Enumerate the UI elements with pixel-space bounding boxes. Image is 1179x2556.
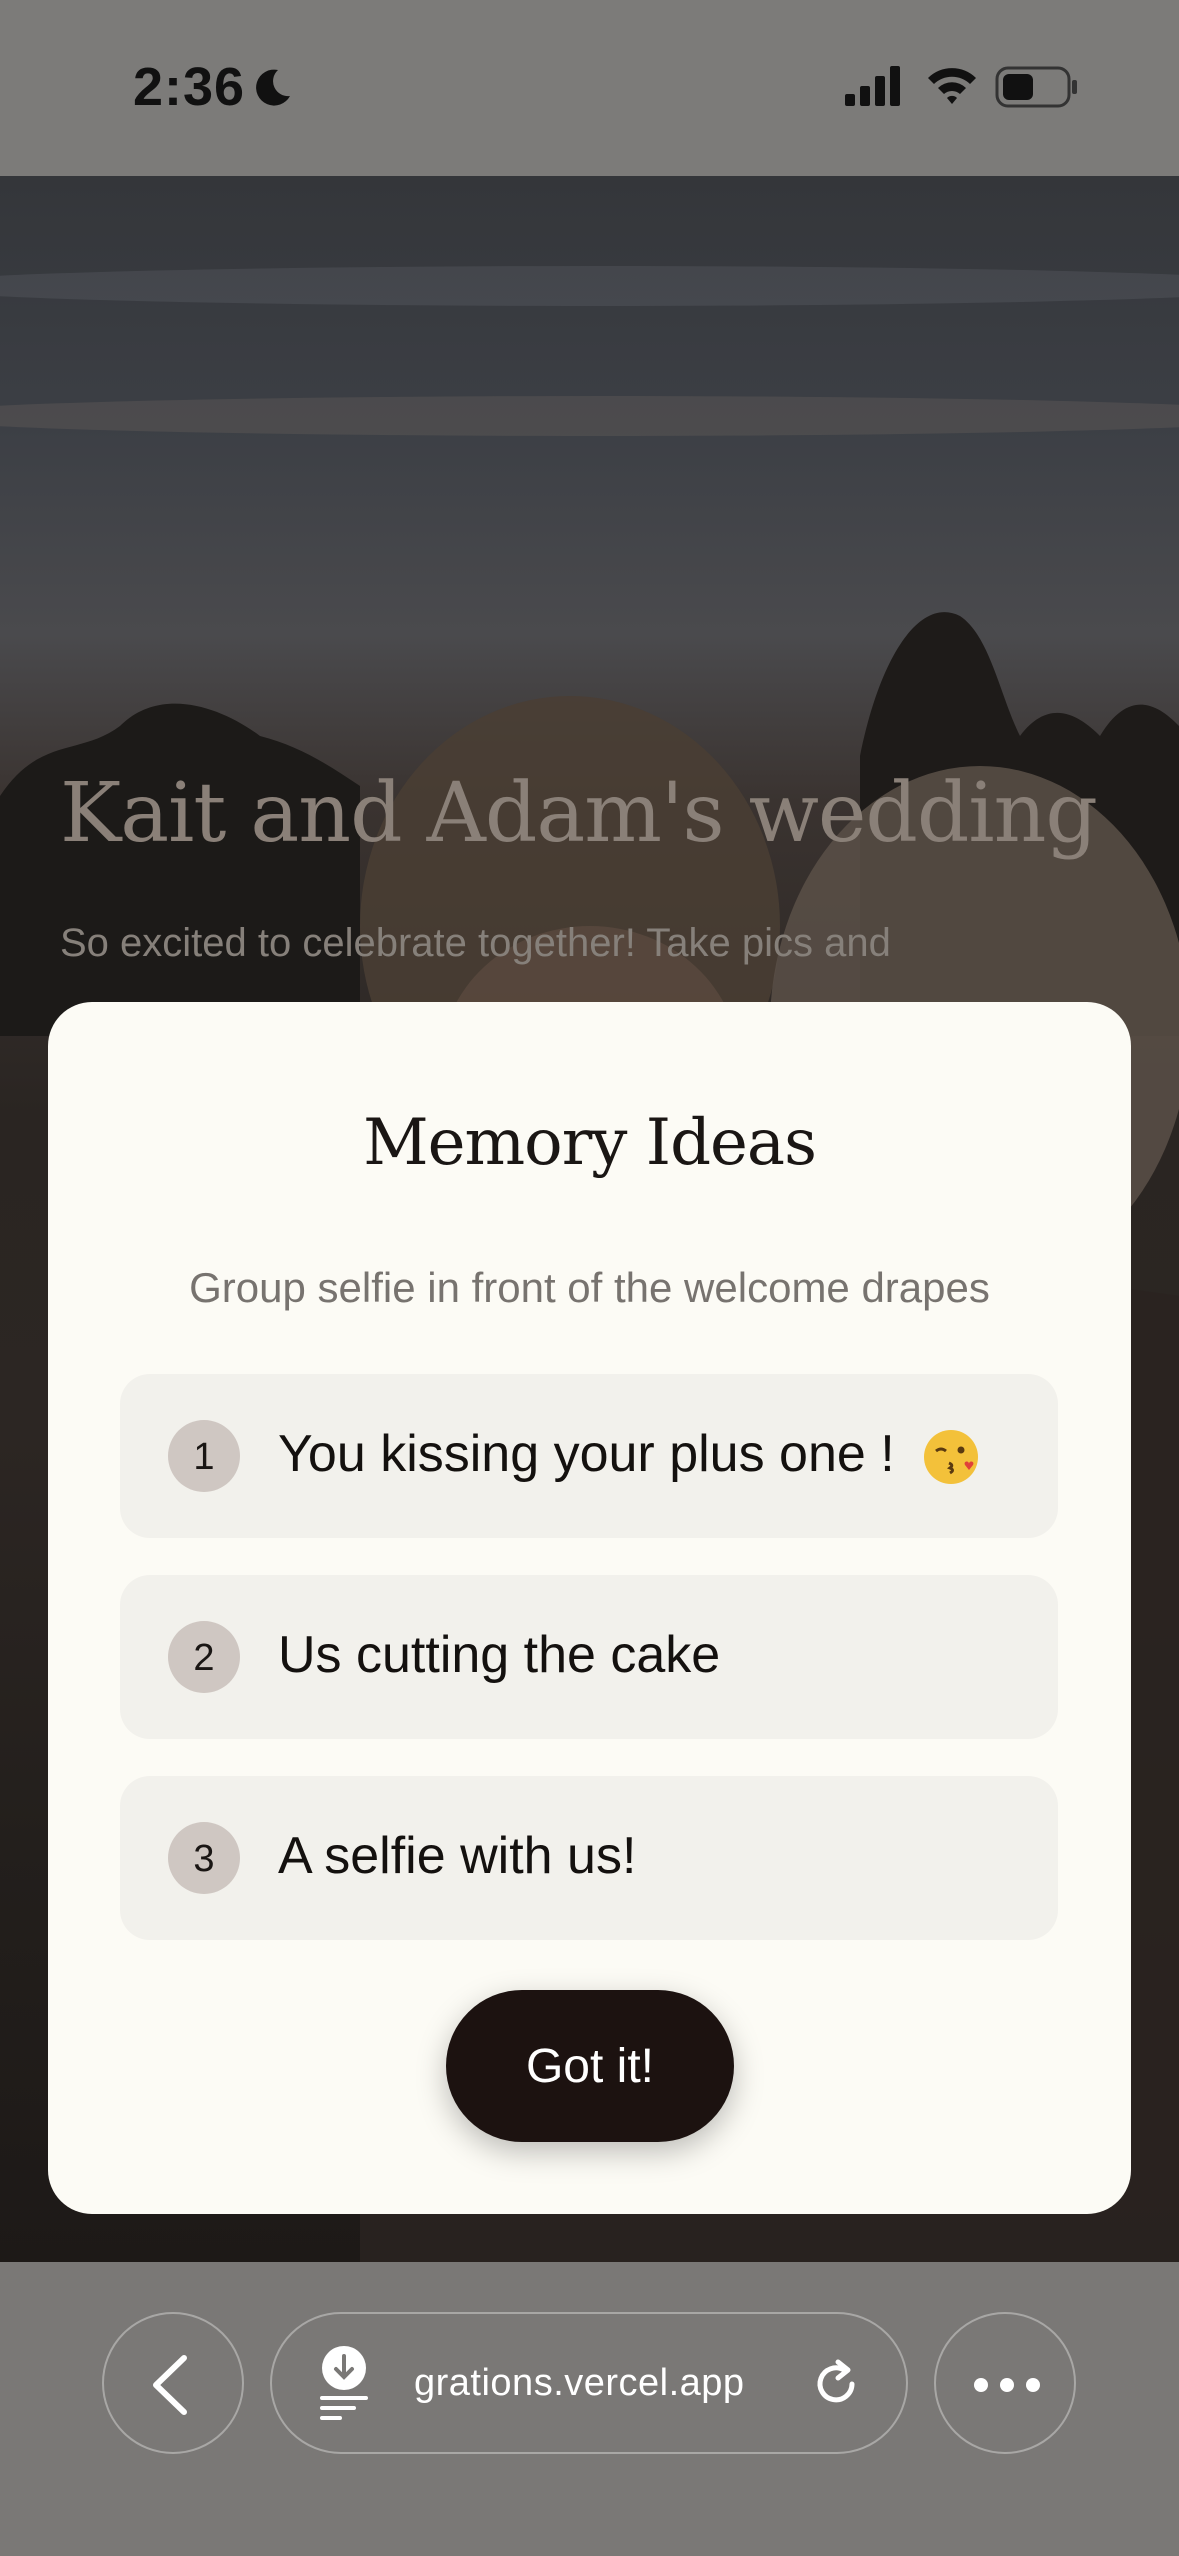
back-button[interactable] <box>102 2312 244 2454</box>
idea-item-3: 3 A selfie with us! <box>120 1776 1058 1940</box>
page-title: Kait and Adam's wedding <box>60 766 1098 861</box>
memory-ideas-modal: Memory Ideas Group selfie in front of th… <box>48 1002 1131 2214</box>
reload-icon[interactable] <box>808 2356 864 2412</box>
signal-icon <box>845 66 900 106</box>
battery-icon <box>995 66 1077 108</box>
page-subtitle: So excited to celebrate together! Take p… <box>60 921 891 965</box>
address-bar[interactable]: grations.vercel.app <box>270 2312 908 2454</box>
idea-number-badge: 2 <box>168 1621 240 1693</box>
idea-item-1: 1 You kissing your plus one ! <box>120 1374 1058 1538</box>
got-it-button[interactable]: Got it! <box>446 1990 734 2142</box>
modal-subtitle: Group selfie in front of the welcome dra… <box>189 1264 990 1311</box>
more-icon <box>974 2378 1040 2392</box>
idea-item-2: 2 Us cutting the cake <box>120 1575 1058 1739</box>
idea-number-badge: 3 <box>168 1822 240 1894</box>
browser-toolbar: grations.vercel.app <box>0 2262 1179 2556</box>
url-text: grations.vercel.app <box>414 2362 745 2404</box>
download-icon <box>320 2346 368 2420</box>
status-time: 2:36 <box>133 57 246 117</box>
idea-text: A selfie with us! <box>278 1827 637 1885</box>
back-arrow-icon <box>153 2355 187 2415</box>
more-options-button[interactable] <box>934 2312 1076 2454</box>
idea-text: You kissing your plus one ! <box>278 1425 895 1483</box>
idea-text: Us cutting the cake <box>278 1626 721 1684</box>
moon-icon <box>256 69 290 106</box>
status-bar: 2:36 <box>0 0 1179 176</box>
kissing-face-emoji-icon <box>924 1430 979 1485</box>
idea-number-badge: 1 <box>168 1420 240 1492</box>
modal-title: Memory Ideas <box>363 1106 817 1180</box>
wifi-icon <box>928 68 976 104</box>
idea-text-wrapper: You kissing your plus one ! <box>278 1424 981 1487</box>
